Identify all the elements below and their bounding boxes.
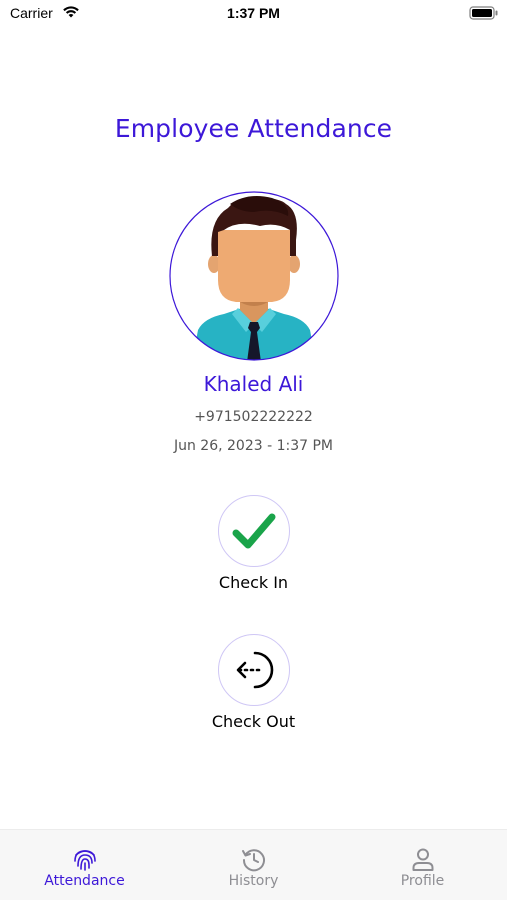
fingerprint-icon (74, 850, 96, 871)
tab-attendance-label: Attendance (44, 873, 125, 889)
check-in-label[interactable]: Check In (0, 573, 507, 592)
tab-history[interactable]: History (169, 830, 338, 900)
employee-name: Khaled Ali (203, 372, 304, 396)
check-out-button[interactable] (218, 634, 290, 706)
tab-profile-label: Profile (400, 873, 445, 889)
history-icon (242, 849, 265, 872)
tab-history-label: History (228, 873, 279, 889)
bottom-tab-bar: Attendance History Profile (0, 829, 507, 900)
battery-icon (469, 6, 498, 20)
page-title: Employee Attendance (114, 114, 393, 143)
check-in-button[interactable] (218, 495, 290, 567)
tab-attendance[interactable]: Attendance (0, 830, 169, 900)
current-datetime: Jun 26, 2023 - 1:37 PM (173, 438, 334, 454)
employee-phone: +971502222222 (194, 409, 313, 425)
tab-profile[interactable]: Profile (338, 830, 507, 900)
logout-icon (236, 651, 274, 689)
checkmark-icon (232, 513, 276, 549)
status-bar: Carrier 1:37 PM (0, 0, 507, 28)
check-out-label[interactable]: Check Out (0, 712, 507, 731)
clock-time: 1:37 PM (227, 5, 280, 21)
person-icon (412, 848, 434, 871)
avatar (169, 191, 339, 361)
